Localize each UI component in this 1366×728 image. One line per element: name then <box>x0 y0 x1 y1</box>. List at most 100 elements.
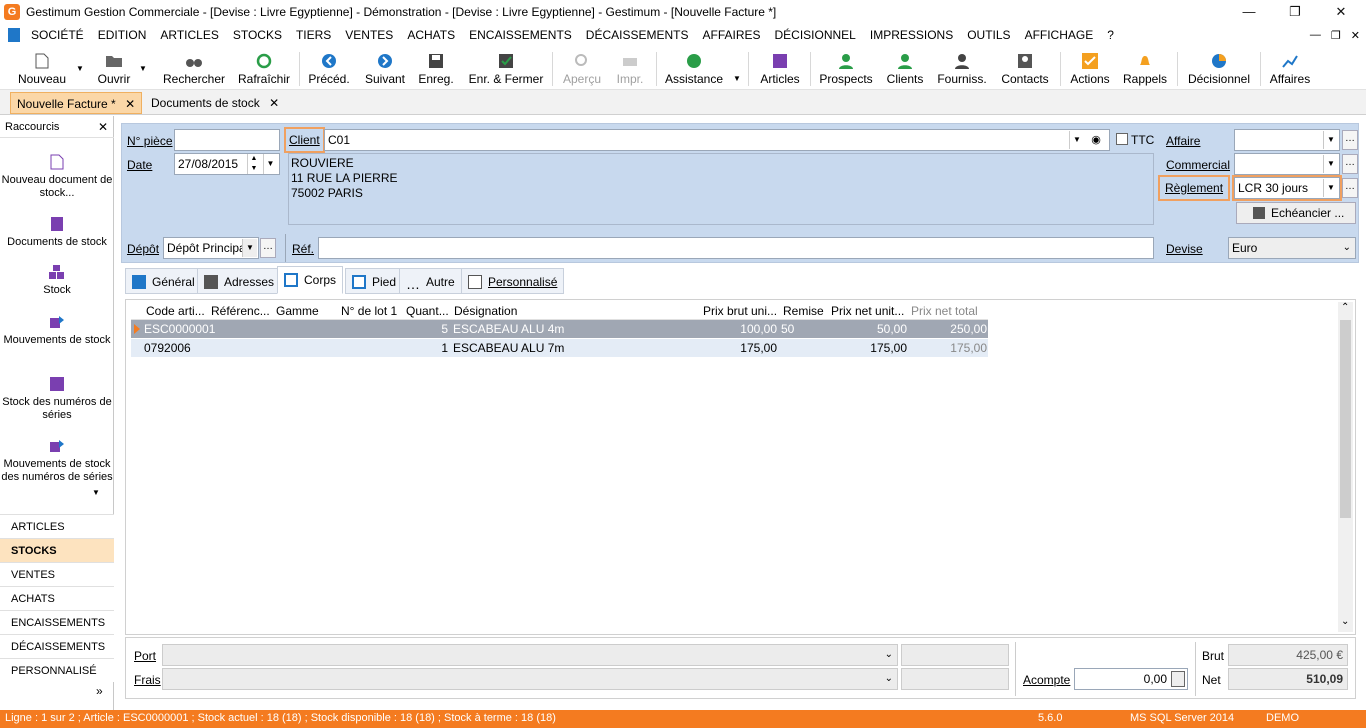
col-header-prix-brut[interactable]: Prix brut uni... <box>703 304 777 318</box>
ouvrir-dropdown-icon[interactable]: ▼ <box>139 64 147 73</box>
calculator-icon[interactable] <box>1171 671 1185 687</box>
depot-ellipsis-button[interactable]: … <box>260 238 276 258</box>
module-ventes[interactable]: VENTES <box>0 562 114 586</box>
actions-button[interactable]: Actions <box>1067 48 1113 90</box>
mdi-restore-icon[interactable]: ❐ <box>1331 29 1341 42</box>
tab-personnalise[interactable]: Personnalisé <box>461 268 565 294</box>
port-amount-field[interactable] <box>901 644 1009 666</box>
menu-tiers[interactable]: TIERS <box>289 28 338 42</box>
sidebar-item-documents-de-stock[interactable]: Documents de stock <box>0 216 114 249</box>
module-articles[interactable]: ARTICLES <box>0 514 114 538</box>
cell-qty[interactable]: 5 <box>406 322 448 336</box>
affaires-button[interactable]: Affaires <box>1267 48 1313 90</box>
reglement-ellipsis-button[interactable]: … <box>1342 178 1358 198</box>
client-address-block[interactable]: ROUVIERE 11 RUE LA PIERRE 75002 PARIS <box>288 153 1154 225</box>
cell-qty[interactable]: 1 <box>406 341 448 355</box>
affaire-dropdown-icon[interactable]: ▼ <box>1323 131 1338 149</box>
frais-amount-field[interactable] <box>901 668 1009 690</box>
close-window-icon[interactable]: ✕ <box>1318 0 1364 24</box>
reglement-label[interactable]: Règlement <box>1157 175 1231 201</box>
rechercher-button[interactable]: Rechercher <box>161 48 227 90</box>
date-picker-dropdown-icon[interactable]: ▼ <box>263 154 277 174</box>
scroll-down-icon[interactable]: ⌄ <box>1341 616 1349 627</box>
tab-general[interactable]: Général <box>125 268 202 294</box>
col-header-designation[interactable]: Désignation <box>454 304 517 318</box>
restore-icon[interactable]: ❐ <box>1272 0 1318 24</box>
frais-chevron-icon[interactable]: ⌄ <box>885 669 893 689</box>
module-personnalise[interactable]: PERSONNALISÉ <box>0 658 114 682</box>
document-menu-icon[interactable] <box>8 28 20 42</box>
col-header-remise[interactable]: Remise <box>783 304 824 318</box>
reglement-input[interactable]: LCR 30 jours ▼ <box>1232 175 1342 201</box>
close-tab-icon[interactable]: ✕ <box>269 96 279 110</box>
decisionnel-button[interactable]: Décisionnel <box>1185 48 1253 90</box>
sidebar-item-stock[interactable]: Stock <box>0 264 114 297</box>
menu-societe[interactable]: SOCIÉTÉ <box>24 28 91 42</box>
contacts-button[interactable]: Contacts <box>998 48 1052 90</box>
cell-prix-net[interactable]: 175,00 <box>831 341 907 355</box>
date-spinner-icon[interactable]: ▲ ▼ <box>247 154 260 174</box>
table-row[interactable]: 0792006 1 ESCABEAU ALU 7m 175,00 175,00 … <box>131 339 988 357</box>
precedent-button[interactable]: Précéd. <box>306 48 352 90</box>
cell-designation[interactable]: ESCABEAU ALU 4m <box>453 322 564 336</box>
reglement-dropdown-icon[interactable]: ▼ <box>1323 179 1338 197</box>
cell-code[interactable]: ESC0000001 <box>144 322 215 336</box>
client-dropdown-icon[interactable]: ▼ <box>1069 131 1084 149</box>
menu-decisionnel[interactable]: DÉCISIONNEL <box>768 28 863 42</box>
menu-outils[interactable]: OUTILS <box>960 28 1017 42</box>
sidebar-item-mouvements-de-stock[interactable]: Mouvements de stock <box>0 314 114 347</box>
tab-documents-de-stock[interactable]: Documents de stock ✕ <box>145 92 285 114</box>
sidebar-item-nouveau-document[interactable]: Nouveau document de stock... <box>0 154 114 200</box>
col-header-gamme[interactable]: Gamme <box>276 304 319 318</box>
port-select[interactable]: ⌄ <box>162 644 898 666</box>
cell-prix-brut[interactable]: 175,00 <box>703 341 777 355</box>
sidebar-scroll-down-icon[interactable]: ▼ <box>92 488 100 497</box>
echeancier-button[interactable]: Echéancier ... <box>1236 202 1356 224</box>
menu-affaires[interactable]: AFFAIRES <box>695 28 767 42</box>
table-row[interactable]: ESC0000001 5 ESCABEAU ALU 4m 100,00 50 5… <box>131 320 988 338</box>
col-header-lot[interactable]: N° de lot 1 <box>341 304 397 318</box>
modules-more-icon[interactable]: » <box>96 684 103 698</box>
mdi-minimize-icon[interactable]: — <box>1310 29 1321 41</box>
client-label[interactable]: Client <box>284 127 325 153</box>
rafraichir-button[interactable]: Rafraîchir <box>236 48 292 90</box>
devise-select[interactable]: Euro ⌄ <box>1228 237 1356 259</box>
menu-impressions[interactable]: IMPRESSIONS <box>863 28 960 42</box>
col-header-reference[interactable]: Référenc... <box>211 304 270 318</box>
menu-ventes[interactable]: VENTES <box>338 28 400 42</box>
ttc-checkbox[interactable] <box>1116 133 1128 145</box>
commercial-input[interactable]: ▼ <box>1234 153 1340 175</box>
suivant-button[interactable]: Suivant <box>362 48 408 90</box>
prospects-button[interactable]: Prospects <box>817 48 875 90</box>
ref-input[interactable] <box>318 237 1154 259</box>
tab-pied[interactable]: Pied <box>345 268 404 294</box>
cell-total[interactable]: 250,00 <box>911 322 987 336</box>
port-chevron-icon[interactable]: ⌄ <box>885 645 893 665</box>
col-header-quantite[interactable]: Quant... <box>406 304 449 318</box>
rappels-button[interactable]: Rappels <box>1122 48 1168 90</box>
affaire-input[interactable]: ▼ <box>1234 129 1340 151</box>
menu-edition[interactable]: EDITION <box>91 28 154 42</box>
clients-button[interactable]: Clients <box>884 48 926 90</box>
cell-prix-net[interactable]: 50,00 <box>831 322 907 336</box>
tab-adresses[interactable]: Adresses <box>197 268 282 294</box>
date-input[interactable]: 27/08/2015 ▲ ▼ ▼ <box>174 153 280 175</box>
affaire-ellipsis-button[interactable]: … <box>1342 130 1358 150</box>
apercu-button[interactable]: Aperçu <box>560 48 604 90</box>
sidebar-item-mouvements-numeros-series[interactable]: Mouvements de stock des numéros de série… <box>0 438 114 484</box>
module-decaissements[interactable]: DÉCAISSEMENTS <box>0 634 114 658</box>
col-header-code[interactable]: Code arti... <box>146 304 205 318</box>
fournisseurs-button[interactable]: Fourniss. <box>936 48 988 90</box>
frais-select[interactable]: ⌄ <box>162 668 898 690</box>
menu-achats[interactable]: ACHATS <box>400 28 462 42</box>
enregistrer-fermer-button[interactable]: Enr. & Fermer <box>467 48 545 90</box>
articles-button[interactable]: Articles <box>756 48 804 90</box>
ouvrir-button[interactable]: Ouvrir <box>90 48 138 90</box>
depot-input[interactable]: Dépôt Principal ▼ <box>163 237 259 259</box>
menu-encaissements[interactable]: ENCAISSEMENTS <box>462 28 579 42</box>
nouveau-button[interactable]: Nouveau <box>14 48 70 90</box>
n-piece-input[interactable] <box>174 129 280 151</box>
minimize-icon[interactable]: — <box>1226 0 1272 24</box>
client-input[interactable]: C01 ▼ ◉ <box>324 129 1110 151</box>
scrollbar-thumb[interactable] <box>1340 320 1351 518</box>
